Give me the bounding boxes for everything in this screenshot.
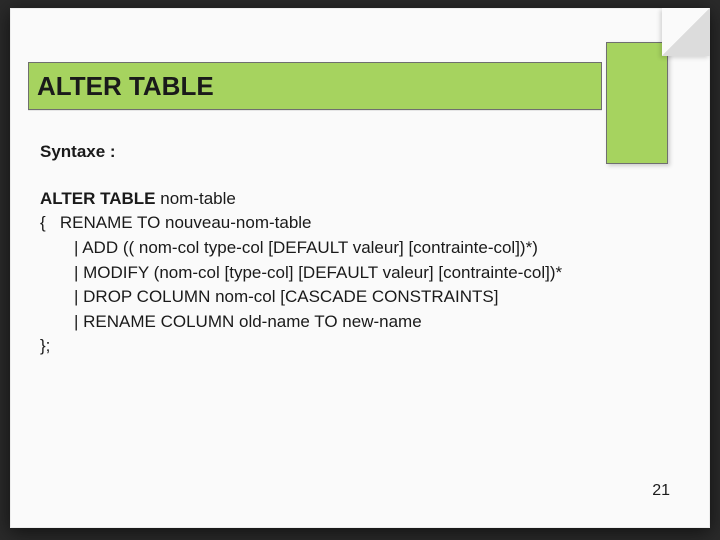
slide: ALTER TABLE Syntaxe : ALTER TABLE nom-ta… <box>10 8 710 528</box>
page-corner-fold <box>662 8 710 56</box>
slide-body: Syntaxe : ALTER TABLE nom-table { RENAME… <box>40 140 650 359</box>
code-line-1-rest: nom-table <box>156 189 236 208</box>
page-number: 21 <box>652 482 670 500</box>
code-line-7: }; <box>40 334 650 359</box>
code-line-2: { RENAME TO nouveau-nom-table <box>40 211 650 236</box>
title-bar: ALTER TABLE <box>28 62 602 110</box>
syntax-code-block: ALTER TABLE nom-table { RENAME TO nouvea… <box>40 187 650 359</box>
code-line-4: | MODIFY (nom-col [type-col] [DEFAULT va… <box>40 261 650 286</box>
code-line-3: | ADD (( nom-col type-col [DEFAULT valeu… <box>40 236 650 261</box>
keyword-alter-table: ALTER TABLE <box>40 189 156 208</box>
code-line-5: | DROP COLUMN nom-col [CASCADE CONSTRAIN… <box>40 285 650 310</box>
code-line-1: ALTER TABLE nom-table <box>40 187 650 212</box>
slide-title: ALTER TABLE <box>29 71 214 102</box>
syntax-subhead: Syntaxe : <box>40 140 650 165</box>
code-line-6: | RENAME COLUMN old-name TO new-name <box>40 310 650 335</box>
